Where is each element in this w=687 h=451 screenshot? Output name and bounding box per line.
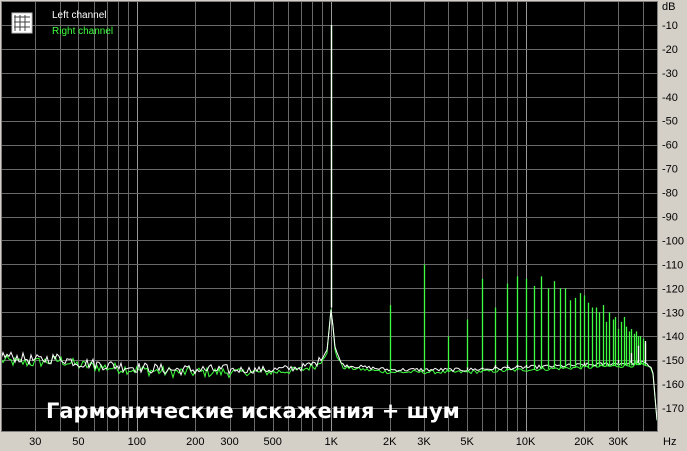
y-tick-label: -140 — [662, 331, 684, 343]
y-tick-label: -50 — [662, 116, 678, 128]
x-tick-label: 5K — [460, 436, 474, 448]
y-tick-label: -20 — [662, 44, 678, 56]
x-tick-label: 30 — [29, 436, 41, 448]
y-tick-label: -60 — [662, 140, 678, 152]
y-axis-ticks: -10 -20 -30 -40 -50 -60 -70 -80 -90 -100 -110 -120 -… — [662, 20, 684, 415]
y-tick-label: -90 — [662, 212, 678, 224]
y-tick-label: -30 — [662, 68, 678, 80]
x-tick-label: 100 — [128, 436, 146, 448]
x-tick-label: 2K — [383, 436, 397, 448]
legend-icon — [11, 12, 33, 34]
y-tick-label: -10 — [662, 20, 678, 32]
x-tick-label: 500 — [264, 436, 282, 448]
y-tick-label: -100 — [662, 235, 684, 247]
y-unit-label: dB — [662, 1, 675, 13]
y-tick-label: -160 — [662, 379, 684, 391]
x-tick-label: 10K — [516, 436, 536, 448]
y-tick-label: -130 — [662, 307, 684, 319]
x-tick-label: 1K — [324, 436, 338, 448]
chart-caption: Гармонические искажения + шум — [46, 399, 460, 423]
x-unit-label: Hz — [663, 436, 676, 448]
x-tick-label: 30K — [609, 436, 629, 448]
x-tick-label: 200 — [186, 436, 204, 448]
y-tick-label: -80 — [662, 188, 678, 200]
y-tick-label: -150 — [662, 355, 684, 367]
legend-entry: Left channel — [52, 10, 107, 21]
y-tick-label: -40 — [662, 92, 678, 104]
x-tick-label: 3K — [417, 436, 431, 448]
x-axis-ticks: 30 50 100 200 300 500 1K 2K 3K 5K 10K 20K 30K — [29, 436, 629, 448]
x-tick-label: 300 — [220, 436, 238, 448]
y-tick-label: -170 — [662, 403, 684, 415]
y-tick-label: -110 — [662, 259, 683, 271]
y-tick-label: -120 — [662, 283, 684, 295]
legend-entry: Right channel — [52, 26, 113, 37]
y-tick-label: -70 — [662, 164, 678, 176]
thd-noise-chart: 30 50 100 200 300 500 1K 2K 3K 5K 10K 20K 30K -10 -20… — [0, 1, 684, 448]
x-tick-label: 20K — [574, 436, 594, 448]
x-tick-label: 50 — [72, 436, 84, 448]
plot-area — [1, 1, 658, 432]
